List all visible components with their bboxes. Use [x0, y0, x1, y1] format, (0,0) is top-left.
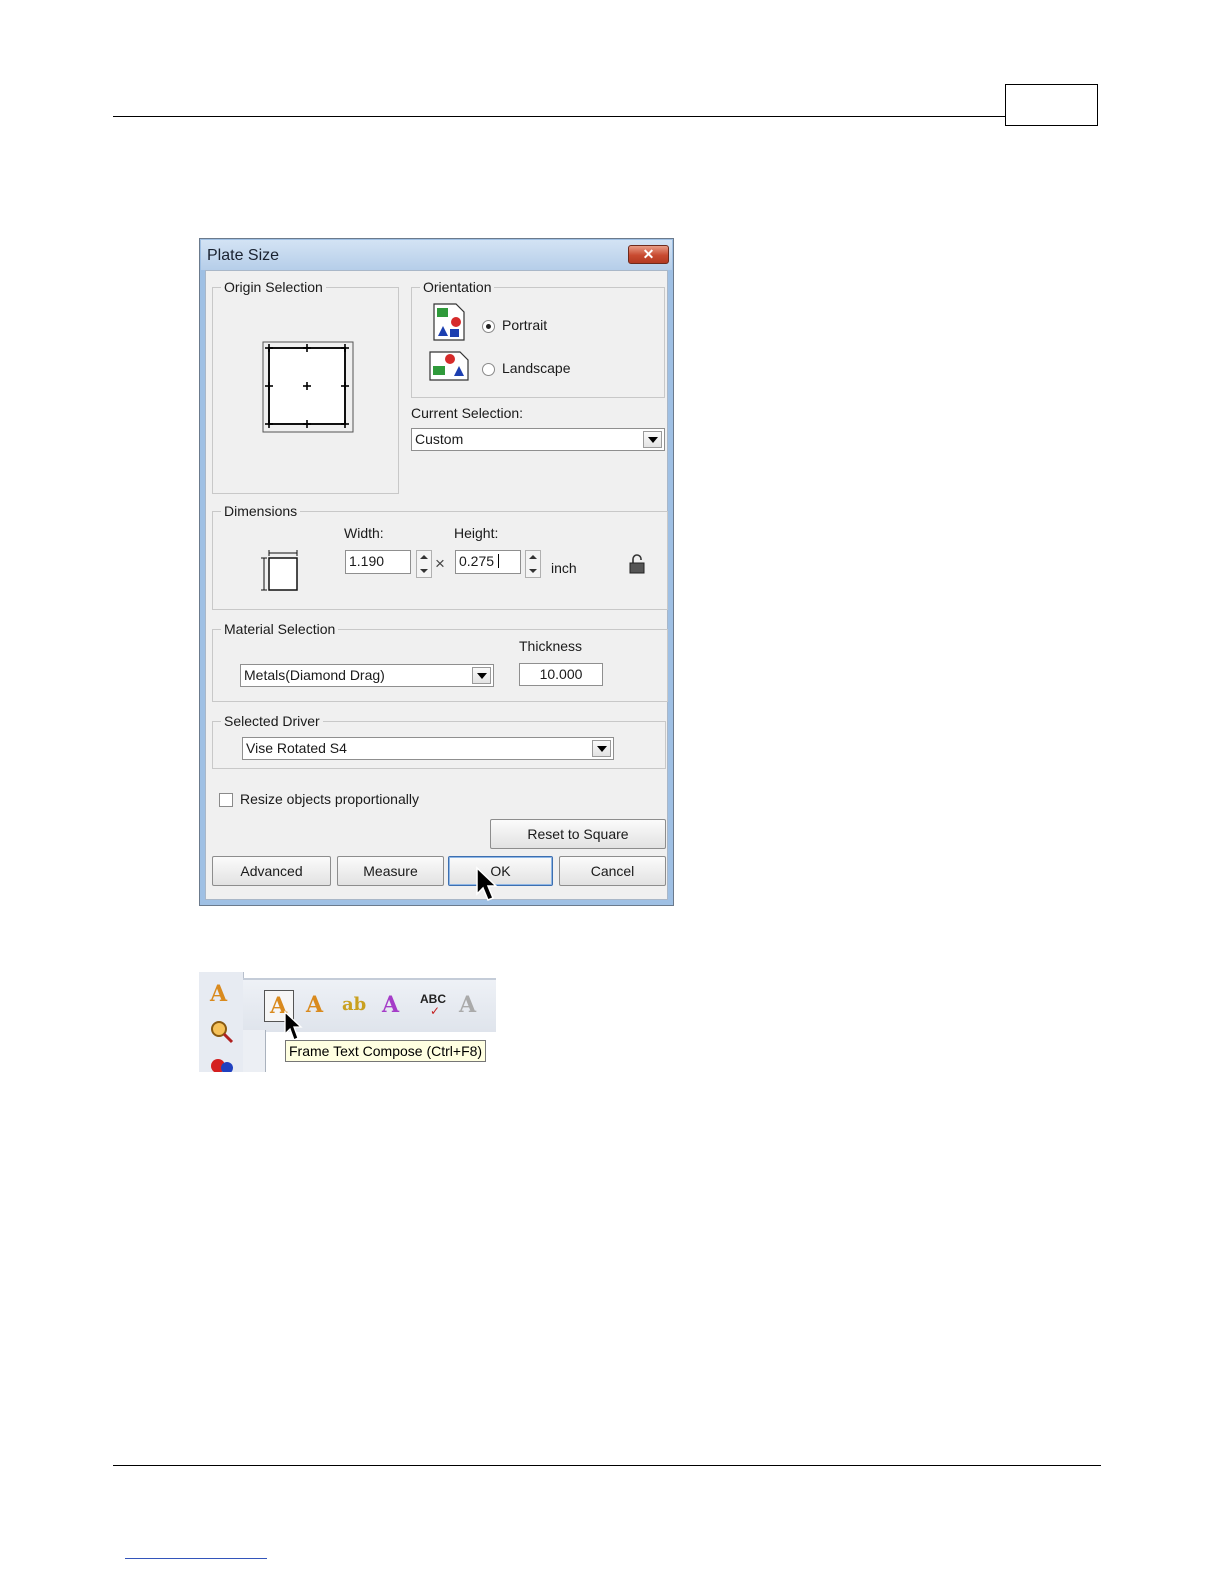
reset-to-square-button[interactable]: Reset to Square: [490, 819, 666, 849]
chevron-down-icon[interactable]: [592, 740, 611, 757]
text-caret: [497, 554, 499, 568]
footer-link-underline: [125, 1558, 267, 1559]
portrait-radio[interactable]: [482, 320, 495, 333]
orientation-group: Orientation Portrait Landscape: [411, 279, 665, 398]
driver-value: Vise Rotated S4: [246, 740, 347, 756]
landscape-label: Landscape: [502, 360, 571, 376]
unlock-icon[interactable]: [628, 554, 646, 574]
text-shadow-icon[interactable]: A: [459, 992, 476, 1018]
height-input[interactable]: 0.275: [455, 550, 521, 574]
height-value: 0.275: [459, 553, 495, 569]
origin-selection-group: Origin Selection: [212, 279, 399, 494]
advanced-button[interactable]: Advanced: [212, 856, 331, 886]
resize-checkbox[interactable]: [219, 793, 233, 807]
width-spinner[interactable]: [416, 550, 432, 578]
close-button[interactable]: ✕: [628, 245, 669, 264]
ok-button[interactable]: OK: [448, 856, 553, 886]
landscape-radio[interactable]: [482, 363, 495, 376]
spin-down-icon[interactable]: [529, 569, 537, 573]
material-selection-group: Material Selection Thickness Metals(Diam…: [212, 621, 668, 702]
thickness-label: Thickness: [519, 638, 583, 654]
footer-rule: [113, 1465, 1101, 1466]
text-tool-icon[interactable]: A: [210, 981, 227, 1007]
selected-driver-label: Selected Driver: [221, 713, 323, 729]
orientation-label: Orientation: [420, 279, 495, 295]
origin-selector-icon[interactable]: [257, 338, 357, 438]
height-label: Height:: [454, 525, 499, 541]
height-spinner[interactable]: [525, 550, 541, 578]
current-selection-dropdown[interactable]: Custom: [411, 428, 665, 451]
selected-driver-group: Selected Driver Vise Rotated S4: [212, 713, 666, 769]
text-toolbar-screenshot: A A A ab A ABC ✓ A Frame Text Compose (C…: [199, 972, 496, 1072]
color-icon[interactable]: [209, 1056, 235, 1072]
chevron-down-icon[interactable]: [472, 667, 491, 684]
dimensions-icon: [261, 550, 298, 591]
close-icon: ✕: [642, 246, 655, 262]
width-input[interactable]: 1.190: [345, 550, 411, 574]
left-tool-column: A: [199, 972, 244, 1072]
spin-up-icon[interactable]: [529, 555, 537, 559]
portrait-icon: [433, 303, 465, 341]
text-toolbar-row: A A ab A ABC ✓ A: [243, 978, 496, 1032]
width-value: 1.190: [349, 553, 385, 569]
portrait-label: Portrait: [502, 317, 548, 333]
text-icon[interactable]: A: [306, 992, 323, 1018]
spin-up-icon[interactable]: [420, 555, 428, 559]
dimensions-group: Dimensions Width: 1.190 × Height: 0.275 …: [212, 503, 668, 610]
unit-label: inch: [551, 560, 577, 576]
mouse-cursor-icon: [476, 866, 498, 901]
times-sign: ×: [435, 554, 445, 573]
text-fit-icon[interactable]: ab: [342, 994, 366, 1015]
dialog-client-area: Origin Selection Orientation Portrait La…: [205, 270, 668, 901]
dimensions-label: Dimensions: [221, 503, 301, 519]
dialog-titlebar: Plate Size ✕: [201, 240, 672, 270]
material-dropdown[interactable]: Metals(Diamond Drag): [240, 664, 494, 687]
plate-size-dialog: Plate Size ✕ Origin Selection Orientatio…: [199, 238, 674, 906]
current-selection-value: Custom: [415, 431, 464, 447]
cancel-button[interactable]: Cancel: [559, 856, 666, 886]
header-rule: [113, 116, 1006, 117]
landscape-icon: [429, 351, 469, 381]
resize-label: Resize objects proportionally: [240, 791, 419, 807]
material-selection-label: Material Selection: [221, 621, 339, 637]
chevron-down-icon[interactable]: [643, 431, 662, 448]
origin-selection-label: Origin Selection: [221, 279, 326, 295]
spell-check-icon[interactable]: ✓: [430, 1004, 440, 1018]
current-selection-label: Current Selection:: [411, 405, 524, 421]
driver-dropdown[interactable]: Vise Rotated S4: [242, 737, 614, 760]
tooltip: Frame Text Compose (Ctrl+F8): [285, 1040, 487, 1062]
material-value: Metals(Diamond Drag): [244, 667, 385, 683]
measure-button[interactable]: Measure: [337, 856, 444, 886]
page-number-box: [1005, 84, 1098, 126]
zoom-icon[interactable]: [209, 1020, 235, 1044]
spin-down-icon[interactable]: [420, 569, 428, 573]
dialog-title: Plate Size: [207, 247, 280, 264]
text-effect-icon[interactable]: A: [382, 992, 399, 1018]
vertical-ruler: [243, 1030, 266, 1072]
thickness-input[interactable]: 10.000: [519, 663, 603, 686]
mouse-cursor-icon: [284, 1010, 303, 1041]
thickness-value: 10.000: [539, 666, 583, 682]
width-label: Width:: [344, 525, 384, 541]
